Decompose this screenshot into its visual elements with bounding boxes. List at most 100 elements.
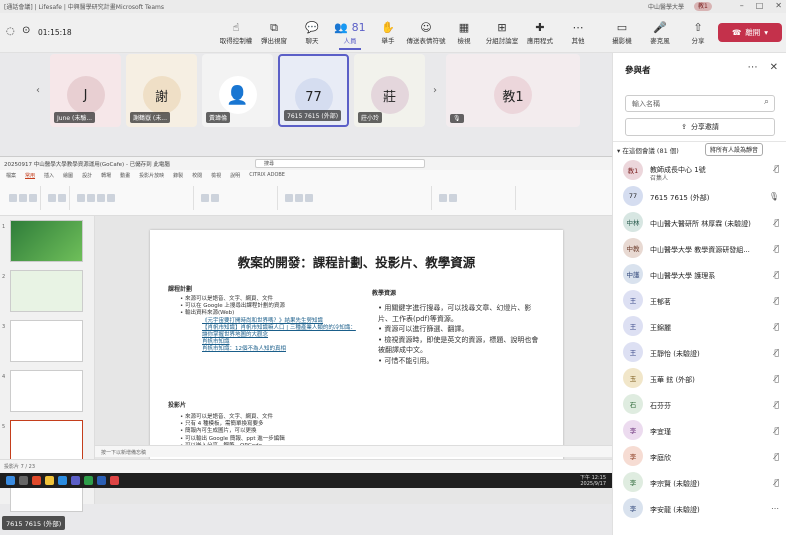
app-icon-teams[interactable]	[71, 476, 80, 485]
participant-row[interactable]: 李李宗賢 (未驗證) 🎙̸	[623, 471, 783, 495]
current-slide[interactable]: 教案的開發：課程計劃、投影片、教學資源 課程計劃 • 來源可以是語音、文字、網頁…	[150, 230, 563, 462]
search-task-icon[interactable]	[19, 476, 28, 485]
toolbar-chat-button[interactable]: 💬 聊天	[292, 21, 332, 45]
toolbar-mic-button[interactable]: 🎤 麥克風	[640, 21, 680, 45]
minimize-icon[interactable]: –	[740, 1, 744, 10]
participant-row[interactable]: 王王郁茗 🎙̸	[623, 289, 783, 313]
ribbon-tab[interactable]: 插入	[44, 172, 54, 179]
app-icon-chrome[interactable]	[110, 476, 119, 485]
ribbon-tab[interactable]: 說明	[230, 172, 240, 179]
mic-off-icon[interactable]: 🎙̸	[774, 270, 779, 279]
designer-icon[interactable]	[449, 194, 457, 202]
participant-row[interactable]: 石石芬芬 🎙̸	[623, 393, 783, 417]
slide-thumbnail[interactable]	[10, 420, 83, 462]
mic-off-icon[interactable]: 🎙̸	[774, 426, 779, 435]
toolbar-more-button[interactable]: ⋯ 其他	[558, 21, 598, 45]
share-invite-button[interactable]: ⇪ 分享邀請	[625, 118, 775, 136]
slide-thumbnail[interactable]	[10, 370, 83, 412]
mic-off-icon[interactable]: 🎙̸	[774, 400, 779, 409]
arrange-icon[interactable]	[295, 194, 303, 202]
toolbar-camera-button[interactable]: ▭ 攝影機	[602, 21, 642, 45]
ribbon-tab[interactable]: 常用	[25, 172, 35, 179]
mic-off-icon[interactable]: 🎙̸	[774, 478, 779, 487]
resource-link[interactable]: 【肖帆市知識】肖帆市知識嘛人口 | 三種產業人類的的冷知識：讓你掌握世界地圖的大…	[180, 325, 360, 339]
bold-icon[interactable]	[77, 194, 85, 202]
start-icon[interactable]	[6, 476, 15, 485]
ribbon-tab[interactable]: 檔案	[6, 172, 16, 179]
participant-search-input[interactable]: 輸入名稱 ⌕	[625, 95, 775, 112]
participant-row[interactable]: 玉玉華 鉉 (外部) 🎙̸	[623, 367, 783, 391]
mic-off-icon[interactable]: 🎙̸	[774, 452, 779, 461]
participant-row[interactable]: 中護 中山醫學大學 護理系 🎙̸	[623, 263, 783, 287]
app-icon-folder[interactable]	[45, 476, 54, 485]
toolbar-share-button[interactable]: ⇧ 分享	[678, 21, 718, 45]
resource-link[interactable]: 《元宇宙要打開時尚和世界嗎？》結果先生勞知識	[180, 318, 360, 325]
toolbar-pointer-button[interactable]: ☝ 取得控制權	[216, 21, 256, 45]
font-color-icon[interactable]	[107, 194, 115, 202]
ribbon-tab[interactable]: 錄製	[173, 172, 183, 179]
resource-link[interactable]: 肖帆市知識：12個不為人知的真相	[180, 346, 360, 353]
ppt-search[interactable]: 搜尋	[255, 159, 425, 168]
cut-icon[interactable]	[19, 194, 27, 202]
shapes-icon[interactable]	[285, 194, 293, 202]
participant-row[interactable]: 教1 教師成長中心 1號 召集人 🎙̸	[623, 159, 783, 183]
participant-row[interactable]: 王王靜怡 (未驗證) 🎙̸	[623, 341, 783, 365]
ribbon-tab[interactable]: 校閱	[192, 172, 202, 179]
toolbar-hand-button[interactable]: ✋ 舉手	[368, 21, 408, 45]
mic-off-icon[interactable]: 🎙̸	[774, 244, 779, 253]
mic-off-icon[interactable]: 🎙̸	[774, 218, 779, 227]
italic-icon[interactable]	[87, 194, 95, 202]
mic-on-icon[interactable]: 🎙	[769, 192, 779, 201]
toolbar-emoji-button[interactable]: ☺ 傳送表情符號	[406, 21, 446, 45]
leave-button[interactable]: ☎ 離開 ▾	[718, 23, 782, 42]
underline-icon[interactable]	[97, 194, 105, 202]
maximize-icon[interactable]: □	[756, 1, 764, 10]
align-icon[interactable]	[211, 194, 219, 202]
participant-row[interactable]: 中林 中山醫大醫研所 林厚霖 (未驗證) 🎙̸	[623, 211, 783, 235]
mic-off-icon[interactable]: 🎙̸	[774, 322, 779, 331]
participant-row[interactable]: 李李宜瑾 🎙̸	[623, 419, 783, 443]
chevron-left-icon[interactable]: ‹	[36, 85, 40, 96]
mic-off-icon[interactable]: 🎙̸	[774, 164, 779, 173]
toolbar-popout-button[interactable]: ⧉ 彈出視窗	[254, 21, 294, 45]
mic-off-icon[interactable]: 🎙̸	[774, 374, 779, 383]
participant-row[interactable]: 李李庭欣 🎙̸	[623, 445, 783, 469]
slide-thumbnail[interactable]	[10, 320, 83, 362]
slide-thumbnail[interactable]	[10, 270, 83, 312]
ribbon-tab[interactable]: CITRIX ADOBE	[249, 172, 285, 179]
participant-row[interactable]: 王王錦麗 🎙̸	[623, 315, 783, 339]
chevron-right-icon[interactable]: ›	[433, 85, 437, 96]
dictate-icon[interactable]	[439, 194, 447, 202]
more-options-icon[interactable]: ⋯	[748, 62, 758, 73]
in-meeting-section[interactable]: ▾ 在這個會議 (81 個)	[617, 145, 679, 155]
participant-tile[interactable]: 👤 黃瑋倫	[202, 54, 273, 127]
app-icon-excel[interactable]	[84, 476, 93, 485]
participant-tile[interactable]: 莊莊小玲	[354, 54, 425, 127]
close-panel-icon[interactable]: ✕	[770, 62, 778, 73]
layout-icon[interactable]	[58, 194, 66, 202]
close-icon[interactable]: ✕	[775, 1, 782, 10]
copy-icon[interactable]	[29, 194, 37, 202]
toolbar-people-button[interactable]: 👥 81 人員	[330, 21, 370, 50]
participant-tile[interactable]: 77 7615 7615 (外部)	[278, 54, 349, 127]
paste-icon[interactable]	[9, 194, 17, 202]
bullets-icon[interactable]	[201, 194, 209, 202]
ribbon-tab[interactable]: 動畫	[120, 172, 130, 179]
mute-all-button[interactable]: 將所有人設為靜音	[705, 143, 764, 156]
mic-off-icon[interactable]: 🎙̸	[774, 348, 779, 357]
ribbon-tab[interactable]: 投影片放映	[139, 172, 164, 179]
toolbar-apps-button[interactable]: ✚ 應用程式	[520, 21, 560, 45]
participant-tile[interactable]: J June (未驗...	[50, 54, 121, 127]
toolbar-rooms-button[interactable]: ⊞ 分組討論室	[482, 21, 522, 45]
user-badge[interactable]: 教1	[694, 2, 712, 11]
ribbon-tab[interactable]: 設計	[82, 172, 92, 179]
mic-off-icon[interactable]: 🎙̸	[774, 296, 779, 305]
chevron-down-icon[interactable]: ▾	[764, 28, 768, 37]
participant-tile[interactable]: 教1 🎙	[446, 54, 580, 127]
ribbon-tab[interactable]: 檢視	[211, 172, 221, 179]
slide-thumbnail[interactable]	[10, 220, 83, 262]
toolbar-view-button[interactable]: ▦ 檢視	[444, 21, 484, 45]
app-icon-edge[interactable]	[58, 476, 67, 485]
participant-row[interactable]: 中教 中山醫學大學 教學資源研發組... 🎙̸	[623, 237, 783, 261]
ribbon-tab[interactable]: 轉場	[101, 172, 111, 179]
